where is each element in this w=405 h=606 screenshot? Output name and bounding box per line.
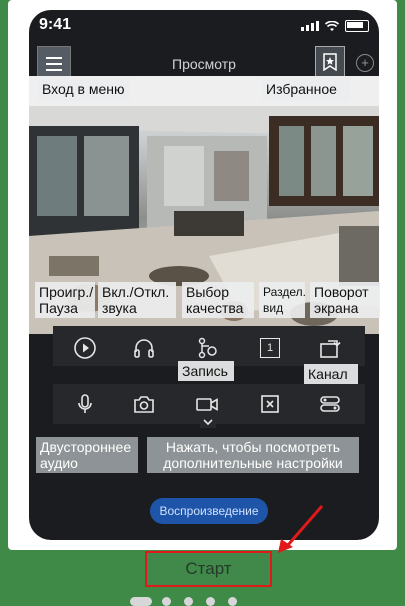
sound-toggle-button[interactable] — [126, 332, 162, 364]
tooltip-sound: Вкл./Откл. звука — [98, 282, 176, 318]
quality-icon — [189, 332, 225, 364]
page-dot[interactable] — [184, 597, 193, 606]
slide-frame: 9:41 Просмотр + 1 Воспроизведение Вход в… — [0, 0, 405, 606]
split-view-number: 1 — [260, 338, 280, 358]
tooltip-split: Раздел. вид — [259, 282, 306, 318]
favorites-icon — [323, 53, 337, 72]
status-bar: 9:41 — [29, 10, 379, 44]
tooltip-menu: Вход в меню — [38, 79, 130, 101]
two-way-audio-button[interactable] — [67, 388, 103, 420]
status-icons — [301, 20, 369, 32]
tooltip-quality: Выбор качества — [182, 282, 254, 318]
snapshot-button[interactable] — [126, 388, 162, 420]
split-view-icon: 1 — [252, 332, 288, 364]
tooltip-channel: Канал — [304, 364, 358, 384]
page-dot[interactable] — [162, 597, 171, 606]
tooltip-rotate: Поворот экрана — [310, 282, 380, 318]
microphone-icon — [67, 388, 103, 420]
tooltip-favorites: Избранное — [262, 79, 350, 101]
page-dot[interactable] — [130, 597, 152, 606]
tooltip-record: Запись — [178, 361, 234, 381]
start-button[interactable]: Старт — [145, 551, 272, 587]
favorites-button[interactable] — [315, 46, 345, 78]
tooltip-play-pause: Проигр./ Пауза — [35, 282, 95, 318]
camera-icon — [126, 388, 162, 420]
channel-icon — [312, 388, 348, 420]
rotate-screen-button[interactable] — [312, 332, 348, 364]
tooltip-more-settings: Нажать, чтобы посмотреть дополнительные … — [147, 437, 359, 473]
page-dot[interactable] — [228, 597, 237, 606]
chevron-down-icon — [203, 419, 213, 426]
play-pause-button[interactable] — [67, 332, 103, 364]
play-icon — [67, 332, 103, 364]
signal-icon — [301, 21, 319, 31]
channel-button[interactable] — [312, 388, 348, 420]
close-stream-button[interactable] — [252, 388, 288, 420]
page-indicator — [130, 597, 270, 606]
close-icon — [252, 388, 288, 420]
page-dot[interactable] — [206, 597, 215, 606]
more-settings-toggle[interactable] — [200, 416, 216, 428]
status-time: 9:41 — [39, 16, 72, 33]
headphones-icon — [126, 332, 162, 364]
split-view-button[interactable]: 1 — [252, 332, 288, 364]
wifi-icon — [325, 20, 339, 31]
tooltip-two-way-audio: Двустороннее аудио — [36, 437, 138, 473]
add-icon[interactable]: + — [356, 54, 374, 72]
playback-button[interactable]: Воспроизведение — [150, 498, 268, 524]
rotate-screen-icon — [312, 332, 348, 364]
battery-icon — [345, 20, 369, 32]
quality-select-button[interactable] — [189, 332, 225, 364]
